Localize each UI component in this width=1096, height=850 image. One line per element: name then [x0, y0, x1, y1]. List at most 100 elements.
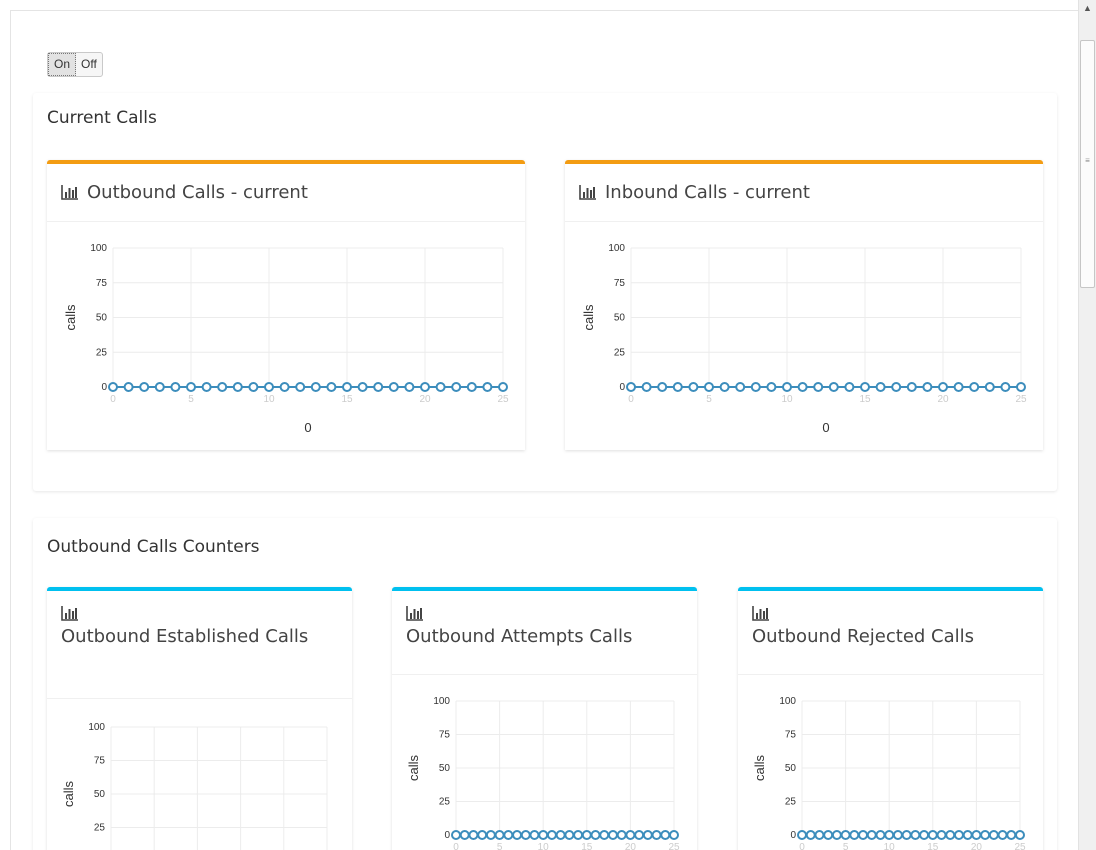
y-axis-label: calls	[752, 755, 767, 782]
data-point	[466, 382, 477, 392]
x-tick-label: 15	[927, 842, 939, 850]
data-point	[984, 382, 995, 392]
data-point	[482, 382, 493, 392]
data-point	[844, 382, 855, 392]
y-tick-label: 75	[439, 730, 451, 741]
y-tick-label: 100	[90, 243, 107, 254]
scroll-up-arrow-icon[interactable]: ▲	[1079, 0, 1096, 17]
data-point	[520, 830, 531, 840]
x-tick-label: 10	[263, 394, 275, 405]
data-point	[451, 382, 462, 392]
x-tick-label: 0	[110, 394, 116, 405]
bar-chart-icon	[61, 185, 78, 200]
data-point	[797, 382, 808, 392]
data-point	[669, 830, 679, 840]
data-point	[704, 382, 714, 392]
on-off-toggle[interactable]: On Off	[47, 52, 103, 77]
card-title-text: Outbound Established Calls	[61, 626, 309, 647]
data-point	[938, 382, 948, 392]
y-tick-label: 0	[101, 382, 107, 393]
data-point	[139, 382, 150, 392]
y-axis-label: calls	[406, 755, 421, 782]
data-point	[498, 382, 508, 392]
grip-icon: ≡	[1085, 156, 1090, 165]
x-tick-label: 5	[706, 394, 712, 405]
x-tick-label: 15	[581, 842, 593, 850]
x-tick-label: 10	[781, 394, 793, 405]
x-tick-label: 25	[1014, 842, 1026, 850]
x-tick-label: 25	[497, 394, 509, 405]
data-point	[884, 830, 895, 840]
data-point	[626, 382, 636, 392]
data-point	[503, 830, 514, 840]
data-point	[217, 382, 228, 392]
data-point	[634, 830, 645, 840]
data-point	[688, 382, 699, 392]
data-point	[1016, 382, 1026, 392]
card-title-text: Outbound Calls - current	[87, 182, 308, 203]
data-point	[962, 830, 973, 840]
section-title: Current Calls	[47, 108, 157, 128]
data-point	[831, 830, 842, 840]
card-title: Outbound Calls - current	[61, 182, 308, 203]
y-tick-label: 0	[619, 382, 625, 393]
data-point	[420, 382, 430, 392]
outbound-attempts-chart: 0 25 50 75 100 0 5 10 15 20 25 calls	[406, 696, 680, 850]
x-axis-label: 0	[304, 420, 311, 435]
y-tick-label: 50	[614, 313, 626, 324]
data-point	[435, 382, 446, 392]
y-tick-label: 100	[88, 722, 105, 733]
outbound-attempts-card: Outbound Attempts Calls 0 25 50 75 100 0 5 10 15…	[392, 587, 697, 850]
y-tick-label: 0	[444, 830, 450, 841]
outbound-established-chart: 0255075100calls	[61, 722, 328, 850]
x-tick-label: 5	[497, 842, 503, 850]
x-tick-label: 25	[1015, 394, 1027, 405]
data-point	[404, 382, 415, 392]
data-point	[186, 382, 196, 392]
x-tick-label: 15	[341, 394, 353, 405]
x-tick-label: 10	[884, 842, 896, 850]
y-tick-label: 0	[790, 830, 796, 841]
y-tick-label: 25	[439, 797, 451, 808]
vertical-scrollbar[interactable]: ▲ ≡	[1078, 0, 1096, 850]
data-point	[494, 830, 505, 840]
y-tick-label: 50	[96, 313, 108, 324]
current-calls-section: Current Calls Outbound Calls - current 0…	[33, 93, 1057, 491]
x-tick-label: 0	[453, 842, 459, 850]
outbound-counters-section: Outbound Calls Counters Outbound Establi…	[33, 518, 1057, 850]
data-point	[616, 830, 627, 840]
data-point	[326, 382, 337, 392]
data-point	[388, 382, 399, 392]
y-tick-label: 50	[785, 763, 797, 774]
data-point	[814, 830, 825, 840]
data-point	[858, 830, 869, 840]
data-point	[813, 382, 824, 392]
bar-chart-icon	[752, 606, 769, 621]
data-point	[310, 382, 321, 392]
data-point	[373, 382, 384, 392]
x-tick-label: 20	[937, 394, 949, 405]
data-point	[641, 382, 652, 392]
toggle-on-option[interactable]: On	[48, 53, 77, 76]
data-point	[1006, 830, 1017, 840]
card-title-text: Inbound Calls - current	[605, 182, 810, 203]
data-point	[232, 382, 243, 392]
scrollbar-thumb[interactable]: ≡	[1080, 40, 1095, 288]
bar-chart-icon	[579, 185, 596, 200]
data-point	[997, 830, 1008, 840]
y-tick-label: 75	[614, 278, 626, 289]
inbound-current-card: Inbound Calls - current 0 25 50 75 100 0 5 10 15…	[565, 160, 1043, 450]
data-point	[625, 830, 636, 840]
y-tick-label: 75	[94, 756, 106, 767]
y-tick-label: 100	[779, 696, 796, 707]
data-point	[672, 382, 683, 392]
x-tick-label: 15	[859, 394, 871, 405]
bar-chart-icon	[406, 606, 423, 621]
data-point	[459, 830, 470, 840]
data-point	[927, 830, 938, 840]
x-tick-label: 20	[419, 394, 431, 405]
data-point	[642, 830, 653, 840]
outbound-current-card: Outbound Calls - current 0 25 50 75 100 0 5 10 1…	[47, 160, 525, 450]
toggle-off-option[interactable]: Off	[76, 53, 102, 76]
y-tick-label: 25	[614, 347, 626, 358]
